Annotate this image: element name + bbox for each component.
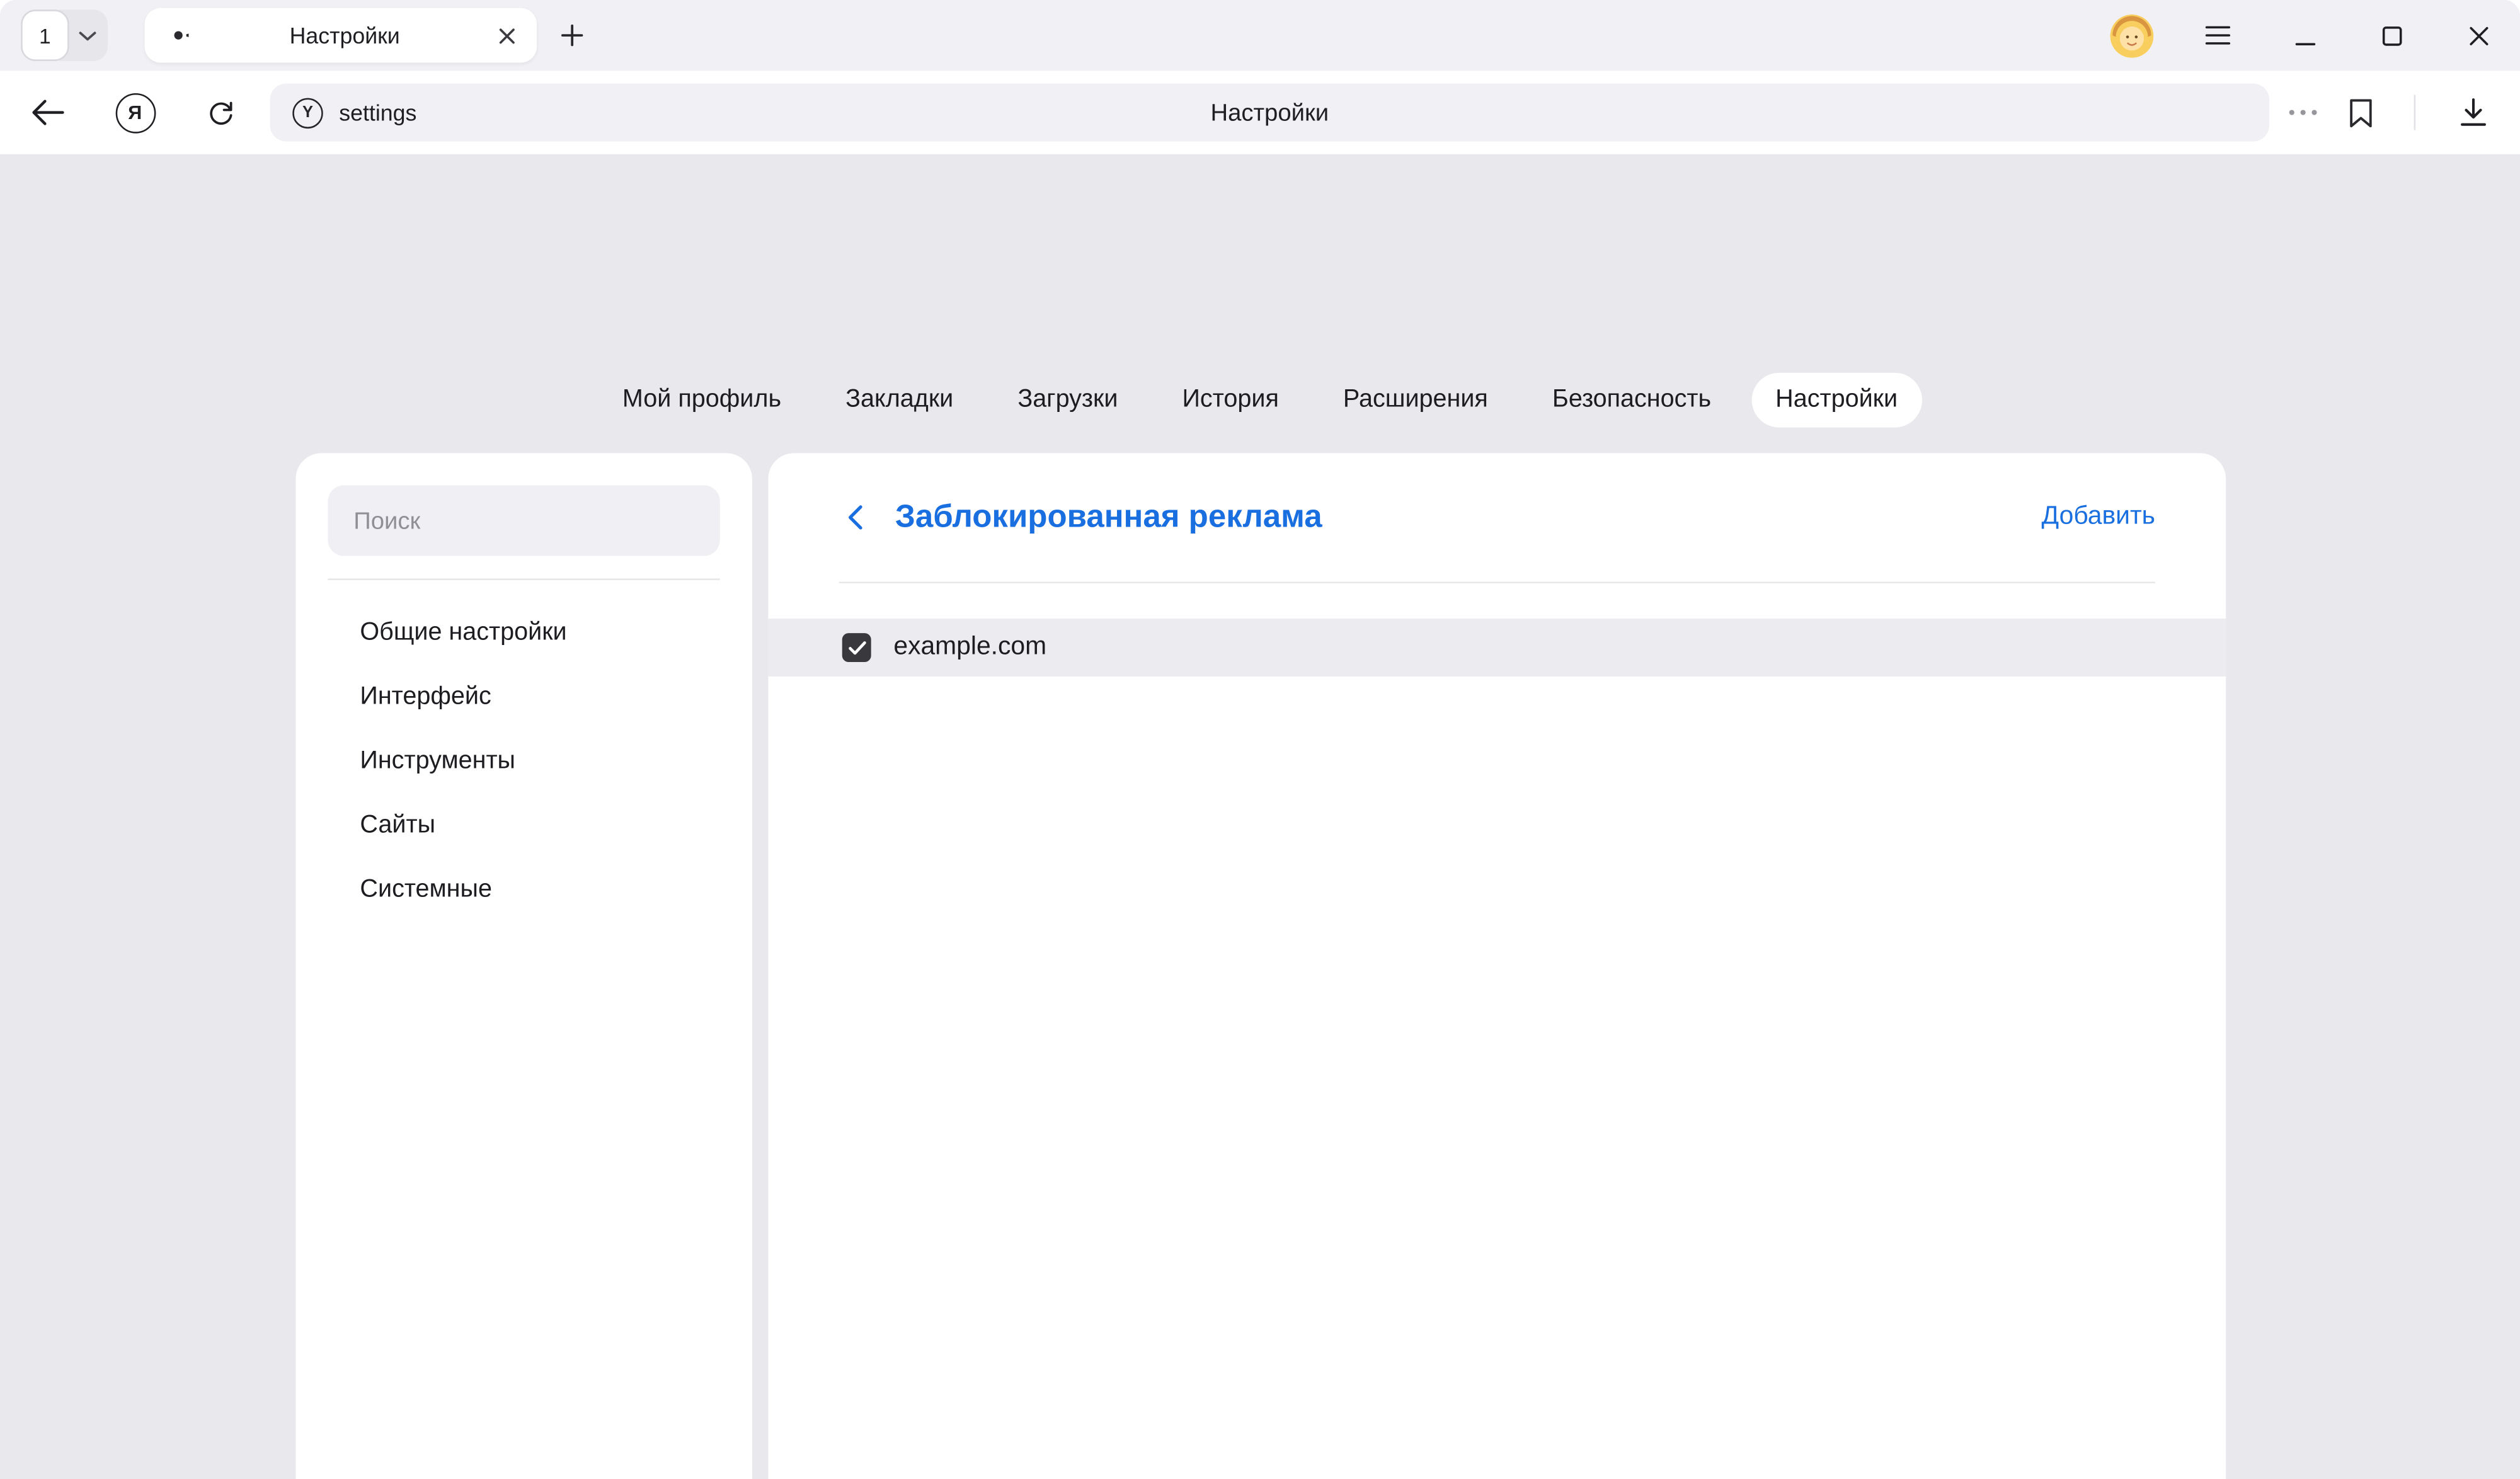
blocked-ads-panel: Заблокированная реклама Добавить example…: [768, 453, 2226, 1479]
browser-window: 1 Настройки: [0, 0, 2520, 1479]
panel-header: Заблокированная реклама Добавить: [768, 453, 2226, 581]
tab-close-icon[interactable]: [498, 26, 516, 44]
reload-icon: [205, 97, 235, 127]
plus-icon: [561, 24, 583, 47]
sidebar-item-tools[interactable]: Инструменты: [295, 729, 752, 794]
sidebar-search[interactable]: [328, 485, 719, 556]
reload-button[interactable]: [198, 90, 243, 135]
search-input[interactable]: [353, 507, 694, 534]
downloads-button[interactable]: [2451, 90, 2495, 135]
nav-tab-history[interactable]: История: [1158, 373, 1303, 428]
back-arrow-icon: [32, 100, 64, 125]
panel-back-button[interactable]: [839, 501, 871, 534]
list-item[interactable]: example.com: [768, 619, 2226, 677]
row-label: example.com: [893, 633, 1046, 662]
nav-tab-bookmarks[interactable]: Закладки: [822, 373, 978, 428]
page-title: Настройки: [270, 99, 2269, 126]
tab-title: Настройки: [192, 23, 498, 49]
settings-page: Мой профиль Закладки Загрузки История Ра…: [0, 154, 2520, 1479]
avatar[interactable]: [2110, 14, 2153, 57]
minimize-button[interactable]: [2282, 13, 2327, 57]
hamburger-icon: [2205, 26, 2231, 45]
yandex-home-button[interactable]: Я: [113, 90, 158, 135]
nav-tab-extensions[interactable]: Расширения: [1319, 373, 1512, 428]
back-button[interactable]: [26, 90, 71, 135]
chevron-left-icon: [847, 505, 863, 530]
more-actions-button[interactable]: [2281, 90, 2325, 135]
panel-title: Заблокированная реклама: [895, 499, 1322, 536]
nav-tab-profile[interactable]: Мой профиль: [598, 373, 806, 428]
yandex-logo-icon: Я: [115, 93, 155, 133]
close-icon: [2468, 25, 2488, 46]
nav-tab-downloads[interactable]: Загрузки: [994, 373, 1142, 428]
bookmark-icon: [2348, 97, 2374, 127]
maximize-icon: [2381, 25, 2402, 46]
settings-nav: Мой профиль Закладки Загрузки История Ра…: [0, 373, 2520, 428]
blocked-list: example.com: [768, 583, 2226, 1479]
browser-menu-button[interactable]: [2196, 13, 2240, 57]
browser-tab-settings[interactable]: Настройки: [145, 8, 537, 63]
new-tab-button[interactable]: [549, 13, 594, 57]
maximize-button[interactable]: [2369, 13, 2414, 57]
close-window-button[interactable]: [2456, 13, 2500, 57]
ellipsis-icon: [2289, 109, 2318, 115]
tab-counter[interactable]: 1: [21, 9, 108, 61]
site-favicon-icon: Y: [292, 97, 323, 127]
sidebar-item-sites[interactable]: Сайты: [295, 794, 752, 858]
toolbar: Я Y settings Настройки: [0, 71, 2520, 154]
window-controls: [2110, 0, 2500, 71]
bookmark-button[interactable]: [2339, 90, 2383, 135]
sidebar-item-system[interactable]: Системные: [295, 858, 752, 922]
tab-counter-value[interactable]: 1: [21, 9, 69, 61]
check-icon: [848, 641, 866, 655]
settings-sidebar: Общие настройки Интерфейс Инструменты Са…: [295, 453, 752, 1479]
minimize-icon: [2294, 25, 2315, 46]
gear-icon: [166, 23, 192, 49]
sidebar-item-general[interactable]: Общие настройки: [295, 601, 752, 665]
sidebar-item-interface[interactable]: Интерфейс: [295, 665, 752, 729]
tab-strip: 1 Настройки: [0, 0, 2520, 71]
sidebar-list: Общие настройки Интерфейс Инструменты Са…: [295, 601, 752, 922]
toolbar-divider: [2414, 95, 2416, 130]
add-button[interactable]: Добавить: [2042, 503, 2155, 532]
row-checkbox[interactable]: [842, 633, 871, 662]
url-text[interactable]: settings: [339, 100, 416, 125]
download-icon: [2458, 97, 2490, 127]
address-bar[interactable]: Y settings Настройки: [270, 84, 2269, 142]
chevron-down-icon: [79, 30, 96, 41]
nav-tab-settings[interactable]: Настройки: [1751, 373, 1922, 428]
nav-tab-security[interactable]: Безопасность: [1528, 373, 1736, 428]
sidebar-divider: [328, 578, 719, 580]
